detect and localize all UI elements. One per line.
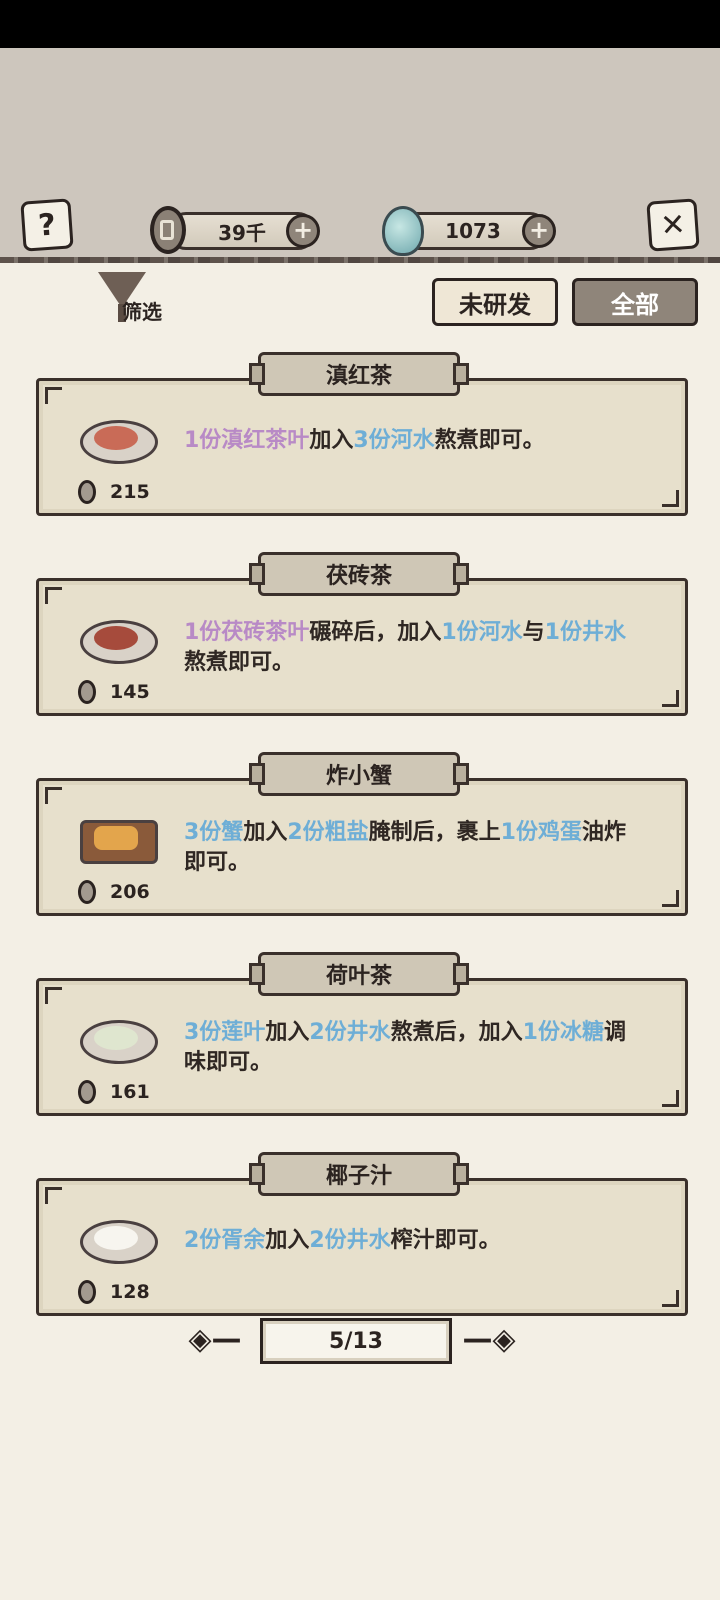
recipe-card[interactable]: 茯砖茶 1份茯砖茶叶碾碎后，加入1份河水与1份井水熬煮即可。 145 [36, 552, 688, 716]
dish-icon [80, 408, 158, 464]
description-segment: 2份粗盐 [287, 820, 369, 845]
tab-unresearched[interactable]: 未研发 [432, 278, 558, 326]
price: 128 [78, 1280, 150, 1304]
price-value: 145 [110, 681, 150, 703]
close-button[interactable]: ✕ [646, 198, 700, 252]
description-segment: 3份河水 [353, 428, 435, 453]
price-value: 128 [110, 1281, 150, 1303]
dish-icon [80, 1208, 158, 1264]
description-segment: 榨汁即可。 [390, 1228, 501, 1253]
recipe-description: 3份莲叶加入2份井水熬煮后，加入1份冰糖调味即可。 [184, 1018, 634, 1078]
description-segment: 2份井水 [309, 1020, 391, 1045]
gem-icon [382, 206, 424, 256]
description-segment: 熬煮后，加入 [390, 1020, 523, 1045]
price-value: 206 [110, 881, 150, 903]
description-segment: 熬煮即可。 [184, 650, 295, 675]
question-mark-icon: ? [37, 206, 57, 244]
status-bar [0, 0, 720, 48]
dish-icon [80, 608, 158, 664]
description-segment: 1份河水 [441, 620, 523, 645]
page-indicator: 5/13 [260, 1318, 452, 1364]
tab-all[interactable]: 全部 [572, 278, 698, 326]
description-segment: 1份冰糖 [522, 1020, 604, 1045]
description-segment: 熬煮即可。 [434, 428, 545, 453]
description-segment: 碾碎后，加入 [309, 620, 442, 645]
recipe-card[interactable]: 滇红茶 1份滇红茶叶加入3份河水熬煮即可。 215 [36, 352, 688, 516]
description-segment: 2份胥余 [184, 1228, 266, 1253]
description-segment: 加入 [265, 1020, 310, 1045]
add-gems-button[interactable]: + [522, 214, 556, 248]
coin-icon [78, 680, 96, 704]
description-segment: 2份井水 [309, 1228, 391, 1253]
recipe-title: 炸小蟹 [249, 752, 469, 796]
description-segment: 加入 [309, 428, 354, 453]
recipe-description: 1份茯砖茶叶碾碎后，加入1份河水与1份井水熬煮即可。 [184, 618, 634, 678]
next-page-arrow-icon[interactable]: —◈ [454, 1322, 524, 1358]
price: 215 [78, 480, 150, 504]
x-close-icon: ✕ [659, 206, 687, 244]
description-segment: 1份鸡蛋 [500, 820, 582, 845]
price: 161 [78, 1080, 150, 1104]
recipe-description: 1份滇红茶叶加入3份河水熬煮即可。 [184, 426, 634, 456]
description-segment: 1份滇红茶叶 [184, 428, 310, 453]
top-banner [0, 48, 720, 263]
recipe-title: 椰子汁 [249, 1152, 469, 1196]
description-segment: 加入 [265, 1228, 310, 1253]
description-segment: 腌制后，裹上 [368, 820, 501, 845]
pagination: ◈— 5/13 —◈ [180, 1318, 530, 1364]
help-button[interactable]: ? [20, 198, 74, 252]
recipe-title: 滇红茶 [249, 352, 469, 396]
recipe-card[interactable]: 荷叶茶 3份莲叶加入2份井水熬煮后，加入1份冰糖调味即可。 161 [36, 952, 688, 1116]
coin-icon [150, 206, 186, 254]
description-segment: 与 [522, 620, 545, 645]
price-value: 161 [110, 1081, 150, 1103]
recipe-description: 2份胥余加入2份井水榨汁即可。 [184, 1226, 634, 1256]
filter-label: 筛选 [122, 300, 162, 324]
coin-icon [78, 1280, 96, 1304]
price-value: 215 [110, 481, 150, 503]
price: 145 [78, 680, 150, 704]
description-segment: 3份蟹 [184, 820, 244, 845]
description-segment: 加入 [243, 820, 288, 845]
recipe-card[interactable]: 椰子汁 2份胥余加入2份井水榨汁即可。 128 [36, 1152, 688, 1316]
recipe-title: 荷叶茶 [249, 952, 469, 996]
price: 206 [78, 880, 150, 904]
recipe-title: 茯砖茶 [249, 552, 469, 596]
dish-icon [80, 1008, 158, 1064]
description-segment: 1份茯砖茶叶 [184, 620, 310, 645]
recipe-description: 3份蟹加入2份粗盐腌制后，裹上1份鸡蛋油炸即可。 [184, 818, 634, 878]
description-segment: 1份井水 [544, 620, 626, 645]
coin-icon [78, 1080, 96, 1104]
coin-icon [78, 480, 96, 504]
recipe-card[interactable]: 炸小蟹 3份蟹加入2份粗盐腌制后，裹上1份鸡蛋油炸即可。 206 [36, 752, 688, 916]
dish-icon [80, 808, 158, 864]
coin-icon [78, 880, 96, 904]
description-segment: 3份莲叶 [184, 1020, 266, 1045]
previous-page-arrow-icon[interactable]: ◈— [180, 1322, 250, 1358]
filter-button[interactable]: 筛选 [92, 270, 182, 330]
add-coins-button[interactable]: + [286, 214, 320, 248]
